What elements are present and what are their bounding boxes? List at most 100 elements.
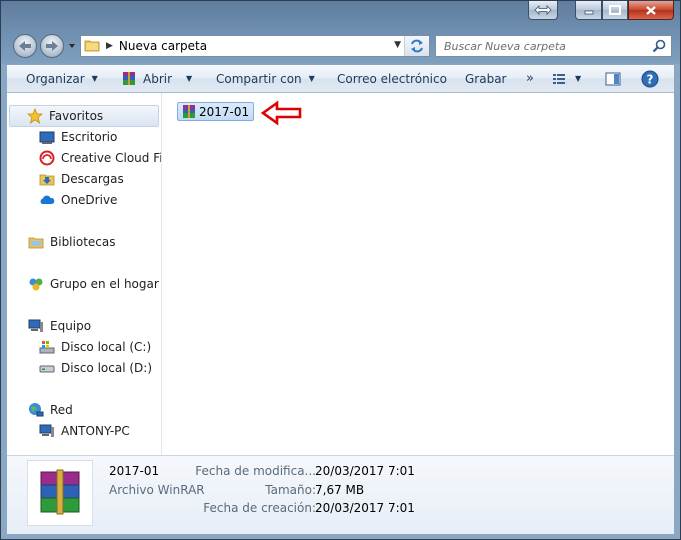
creative-cloud-icon (39, 150, 55, 166)
double-arrow-icon (534, 5, 552, 15)
details-created-label: Fecha de creación: (203, 501, 316, 515)
forward-arrow-icon (46, 41, 58, 51)
preview-pane-icon (605, 72, 621, 85)
nav-homegroup[interactable]: Grupo en el hogar (28, 274, 159, 294)
file-name: 2017-01 (199, 104, 250, 119)
winrar-archive-icon (40, 469, 80, 515)
close-button[interactable] (628, 1, 674, 20)
nav-item-disk-d[interactable]: Disco local (D:) (39, 358, 152, 378)
address-history-dropdown[interactable]: ▼ (394, 40, 401, 50)
red-arrow-annotation-icon (260, 100, 302, 126)
restore-size-button[interactable] (528, 1, 558, 20)
onedrive-cloud-icon (39, 192, 55, 208)
forward-button[interactable] (40, 34, 64, 58)
navigation-row: ▶ Nueva carpeta ▼ (1, 32, 680, 60)
nav-item-creative-cloud[interactable]: Creative Cloud File (39, 148, 162, 168)
nav-favorites[interactable]: Favoritos (27, 106, 103, 126)
nav-item-label: Escritorio (61, 130, 118, 144)
details-size-label: Tamaño: (265, 483, 316, 497)
more-label: » (526, 71, 534, 86)
system-drive-icon (39, 339, 55, 355)
search-box[interactable] (435, 35, 672, 57)
maximize-icon (609, 5, 621, 15)
libraries-icon (28, 234, 44, 250)
command-bar: Organizar ▼ Abrir ▼ Compartir con ▼ Correo … (7, 65, 674, 93)
folder-icon (84, 37, 100, 56)
more-commands-button[interactable]: » (526, 65, 534, 92)
nav-item-escritorio[interactable]: Escritorio (39, 127, 117, 147)
back-button[interactable] (13, 34, 37, 58)
details-file-type: Archivo WinRAR (109, 483, 205, 497)
view-options-dropdown[interactable]: ▼ (575, 65, 581, 92)
breadcrumb-separator-icon[interactable]: ▶ (106, 41, 113, 51)
refresh-icon (411, 39, 423, 53)
nav-item-descargas[interactable]: Descargas (39, 169, 124, 189)
nav-item-label: Disco local (C:) (61, 340, 152, 354)
help-icon: ? (641, 70, 659, 87)
nav-favorites-label: Favoritos (49, 109, 104, 123)
email-label: Correo electrónico (337, 71, 447, 86)
network-globe-icon (28, 402, 44, 418)
chevron-down-icon: ▼ (186, 74, 193, 83)
nav-computer-label: Equipo (50, 319, 92, 333)
caption-buttons (575, 1, 674, 21)
nav-item-disk-c[interactable]: Disco local (C:) (39, 337, 151, 357)
burn-button[interactable]: Grabar (465, 65, 507, 92)
desktop-icon (39, 129, 55, 145)
minimize-icon (584, 10, 593, 15)
recent-pages-dropdown[interactable] (67, 40, 77, 52)
nav-network[interactable]: Red (28, 400, 73, 420)
minimize-button[interactable] (575, 1, 602, 20)
chevron-down-icon: ▼ (575, 74, 582, 83)
details-created-value: 20/03/2017 7:01 (315, 501, 415, 515)
address-bar[interactable]: ▶ Nueva carpeta ▼ (80, 35, 430, 57)
computer-icon (28, 318, 44, 334)
downloads-folder-icon (39, 171, 55, 187)
change-view-button[interactable] (552, 65, 566, 92)
nav-libraries[interactable]: Bibliotecas (28, 232, 115, 252)
preview-pane-button[interactable] (605, 65, 621, 92)
nav-item-antony-pc[interactable]: ANTONY-PC (39, 421, 130, 441)
maximize-button[interactable] (602, 1, 628, 20)
refresh-button[interactable] (404, 36, 429, 56)
network-computer-icon (39, 423, 55, 439)
breadcrumb-current[interactable]: Nueva carpeta (119, 39, 207, 53)
nav-item-onedrive[interactable]: OneDrive (39, 190, 117, 210)
file-thumbnail (27, 460, 93, 526)
search-input[interactable] (442, 38, 656, 54)
nav-item-label: Descargas (61, 172, 124, 186)
share-with-button[interactable]: Compartir con ▼ (216, 65, 315, 92)
nav-item-label: ANTONY-PC (61, 424, 130, 438)
help-button[interactable]: ? (641, 65, 659, 92)
details-modified-value: 20/03/2017 7:01 (315, 464, 415, 478)
nav-item-label: Creative Cloud File (61, 151, 162, 165)
svg-text:?: ? (647, 72, 654, 86)
view-grid-icon (553, 73, 565, 84)
search-icon[interactable] (652, 39, 666, 56)
winrar-icon (121, 71, 137, 87)
navigation-pane: Favoritos Escritorio Creative Cloud File… (7, 93, 162, 455)
star-icon (27, 108, 43, 124)
hard-drive-icon (39, 360, 55, 376)
email-button[interactable]: Correo electrónico (337, 65, 447, 92)
chevron-down-icon (69, 44, 75, 48)
nav-item-label: Disco local (D:) (61, 361, 153, 375)
burn-label: Grabar (465, 71, 507, 86)
details-size-value: 7,67 MB (315, 483, 365, 497)
explorer-window: ▶ Nueva carpeta ▼ Organizar ▼ (0, 0, 681, 540)
nav-network-label: Red (50, 403, 73, 417)
open-button[interactable]: Abrir ▼ (121, 65, 192, 92)
organize-button[interactable]: Organizar ▼ (26, 65, 98, 92)
homegroup-icon (28, 276, 44, 292)
file-list[interactable]: 2017-01 (162, 93, 674, 455)
chevron-down-icon: ▼ (91, 74, 98, 83)
details-pane: 2017-01 Archivo WinRAR Fecha de modifica… (7, 456, 674, 534)
details-modified-label: Fecha de modifica... (195, 464, 316, 478)
file-item[interactable]: 2017-01 (177, 102, 255, 121)
main-area: Favoritos Escritorio Creative Cloud File… (7, 93, 674, 456)
nav-computer[interactable]: Equipo (28, 316, 91, 336)
nav-libraries-label: Bibliotecas (50, 235, 116, 249)
open-label: Abrir (143, 71, 173, 86)
winrar-archive-icon (181, 104, 197, 120)
share-label: Compartir con (216, 71, 302, 86)
